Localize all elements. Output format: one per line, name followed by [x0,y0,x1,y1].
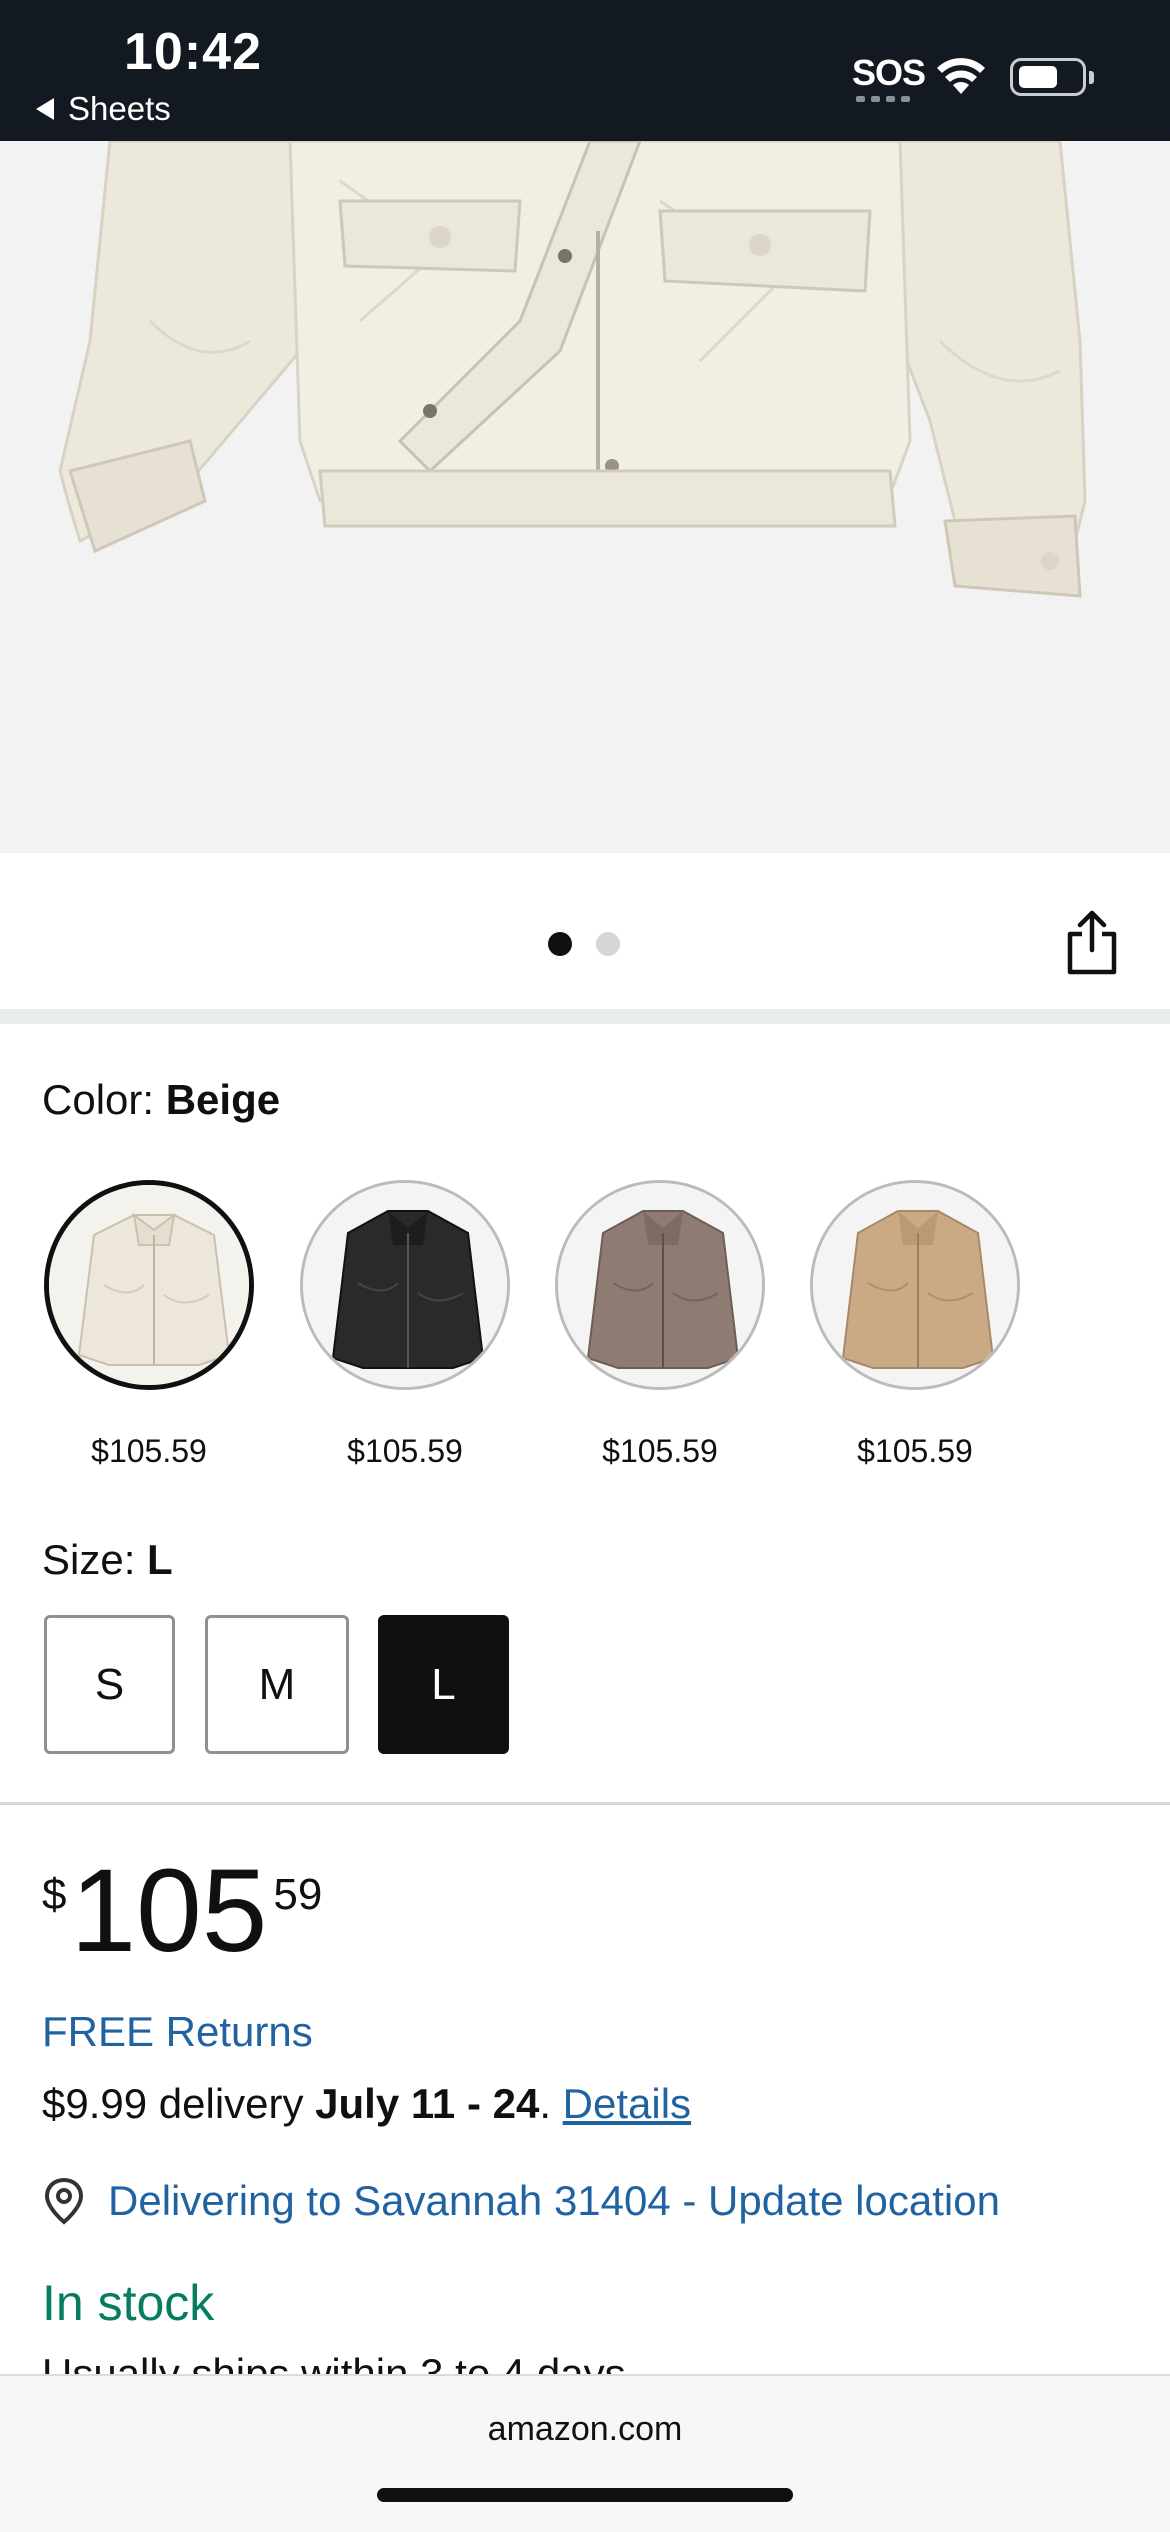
free-returns-link[interactable]: FREE Returns [42,2008,313,2056]
delivery-location[interactable]: Delivering to Savannah 31404 - Update lo… [42,2176,1000,2226]
delivery-price: $9.99 delivery [42,2080,316,2127]
brown-jacket-thumbnail [558,1183,762,1387]
swatch-price-beige: $105.59 [91,1433,207,1469]
back-to-sheets-button[interactable]: Sheets [36,90,171,128]
delivery-period: . [539,2080,551,2127]
size-option-m[interactable]: M [205,1615,349,1754]
home-indicator[interactable] [377,2488,793,2502]
selected-size-value: L [147,1536,173,1583]
carousel-dots [548,932,620,956]
swatch-price-khaki: $105.59 [857,1433,973,1469]
share-icon[interactable] [1062,908,1122,976]
status-time: 10:42 [124,23,262,81]
price-whole: 105 [70,1845,268,1977]
beige-jacket-thumbnail [49,1185,249,1385]
black-jacket-thumbnail [303,1183,507,1387]
back-triangle-icon [36,98,54,120]
size-option-s[interactable]: S [44,1615,175,1754]
khaki-jacket-thumbnail [813,1183,1017,1387]
color-label: Color: Beige [42,1076,280,1124]
delivery-dates: July 11 - 24 [315,2080,540,2127]
color-swatch-black[interactable] [300,1180,510,1390]
delivery-info: $9.99 delivery July 11 - 24. Details [42,2080,691,2128]
battery-icon [1010,58,1094,96]
color-swatch-brown[interactable] [555,1180,765,1390]
sos-indicator: SOS [852,52,926,93]
carousel-dot-1[interactable] [548,932,572,956]
beige-puffer-jacket-image [0,141,1170,853]
wifi-icon [937,58,985,94]
section-divider-thin [0,1802,1170,1805]
signal-dots-icon [856,96,910,102]
color-swatch-khaki[interactable] [810,1180,1020,1390]
product-page: 10:42 Sheets SOS Color: Beige $105.59 $1… [0,0,1170,2532]
swatch-price-brown: $105.59 [602,1433,718,1469]
browser-url[interactable]: amazon.com [0,2410,1170,2449]
browser-bottom-bar [0,2374,1170,2532]
selected-color-value: Beige [165,1076,281,1123]
carousel-dot-2[interactable] [596,932,620,956]
price-fraction: 59 [273,1870,323,1919]
status-bar: 10:42 Sheets SOS [0,0,1170,141]
size-label: Size: L [42,1536,173,1584]
product-price: $ 105 59 [42,1852,322,1970]
carousel-controls [0,853,1170,1009]
product-image[interactable] [0,141,1170,853]
delivery-details-link[interactable]: Details [563,2080,691,2127]
section-divider [0,1009,1170,1024]
back-label: Sheets [68,90,171,127]
location-pin-icon [44,2177,84,2225]
location-text: Delivering to Savannah 31404 - Update lo… [108,2177,1000,2224]
color-label-text: Color: [42,1076,155,1123]
swatch-price-black: $105.59 [347,1433,463,1469]
size-option-l[interactable]: L [378,1615,509,1754]
shipping-estimate: Usually ships within 3 to 4 days [42,2350,626,2374]
price-symbol: $ [42,1870,67,1919]
stock-status: In stock [42,2275,215,2331]
size-label-text: Size: [42,1536,136,1583]
color-swatch-beige[interactable] [44,1180,254,1390]
